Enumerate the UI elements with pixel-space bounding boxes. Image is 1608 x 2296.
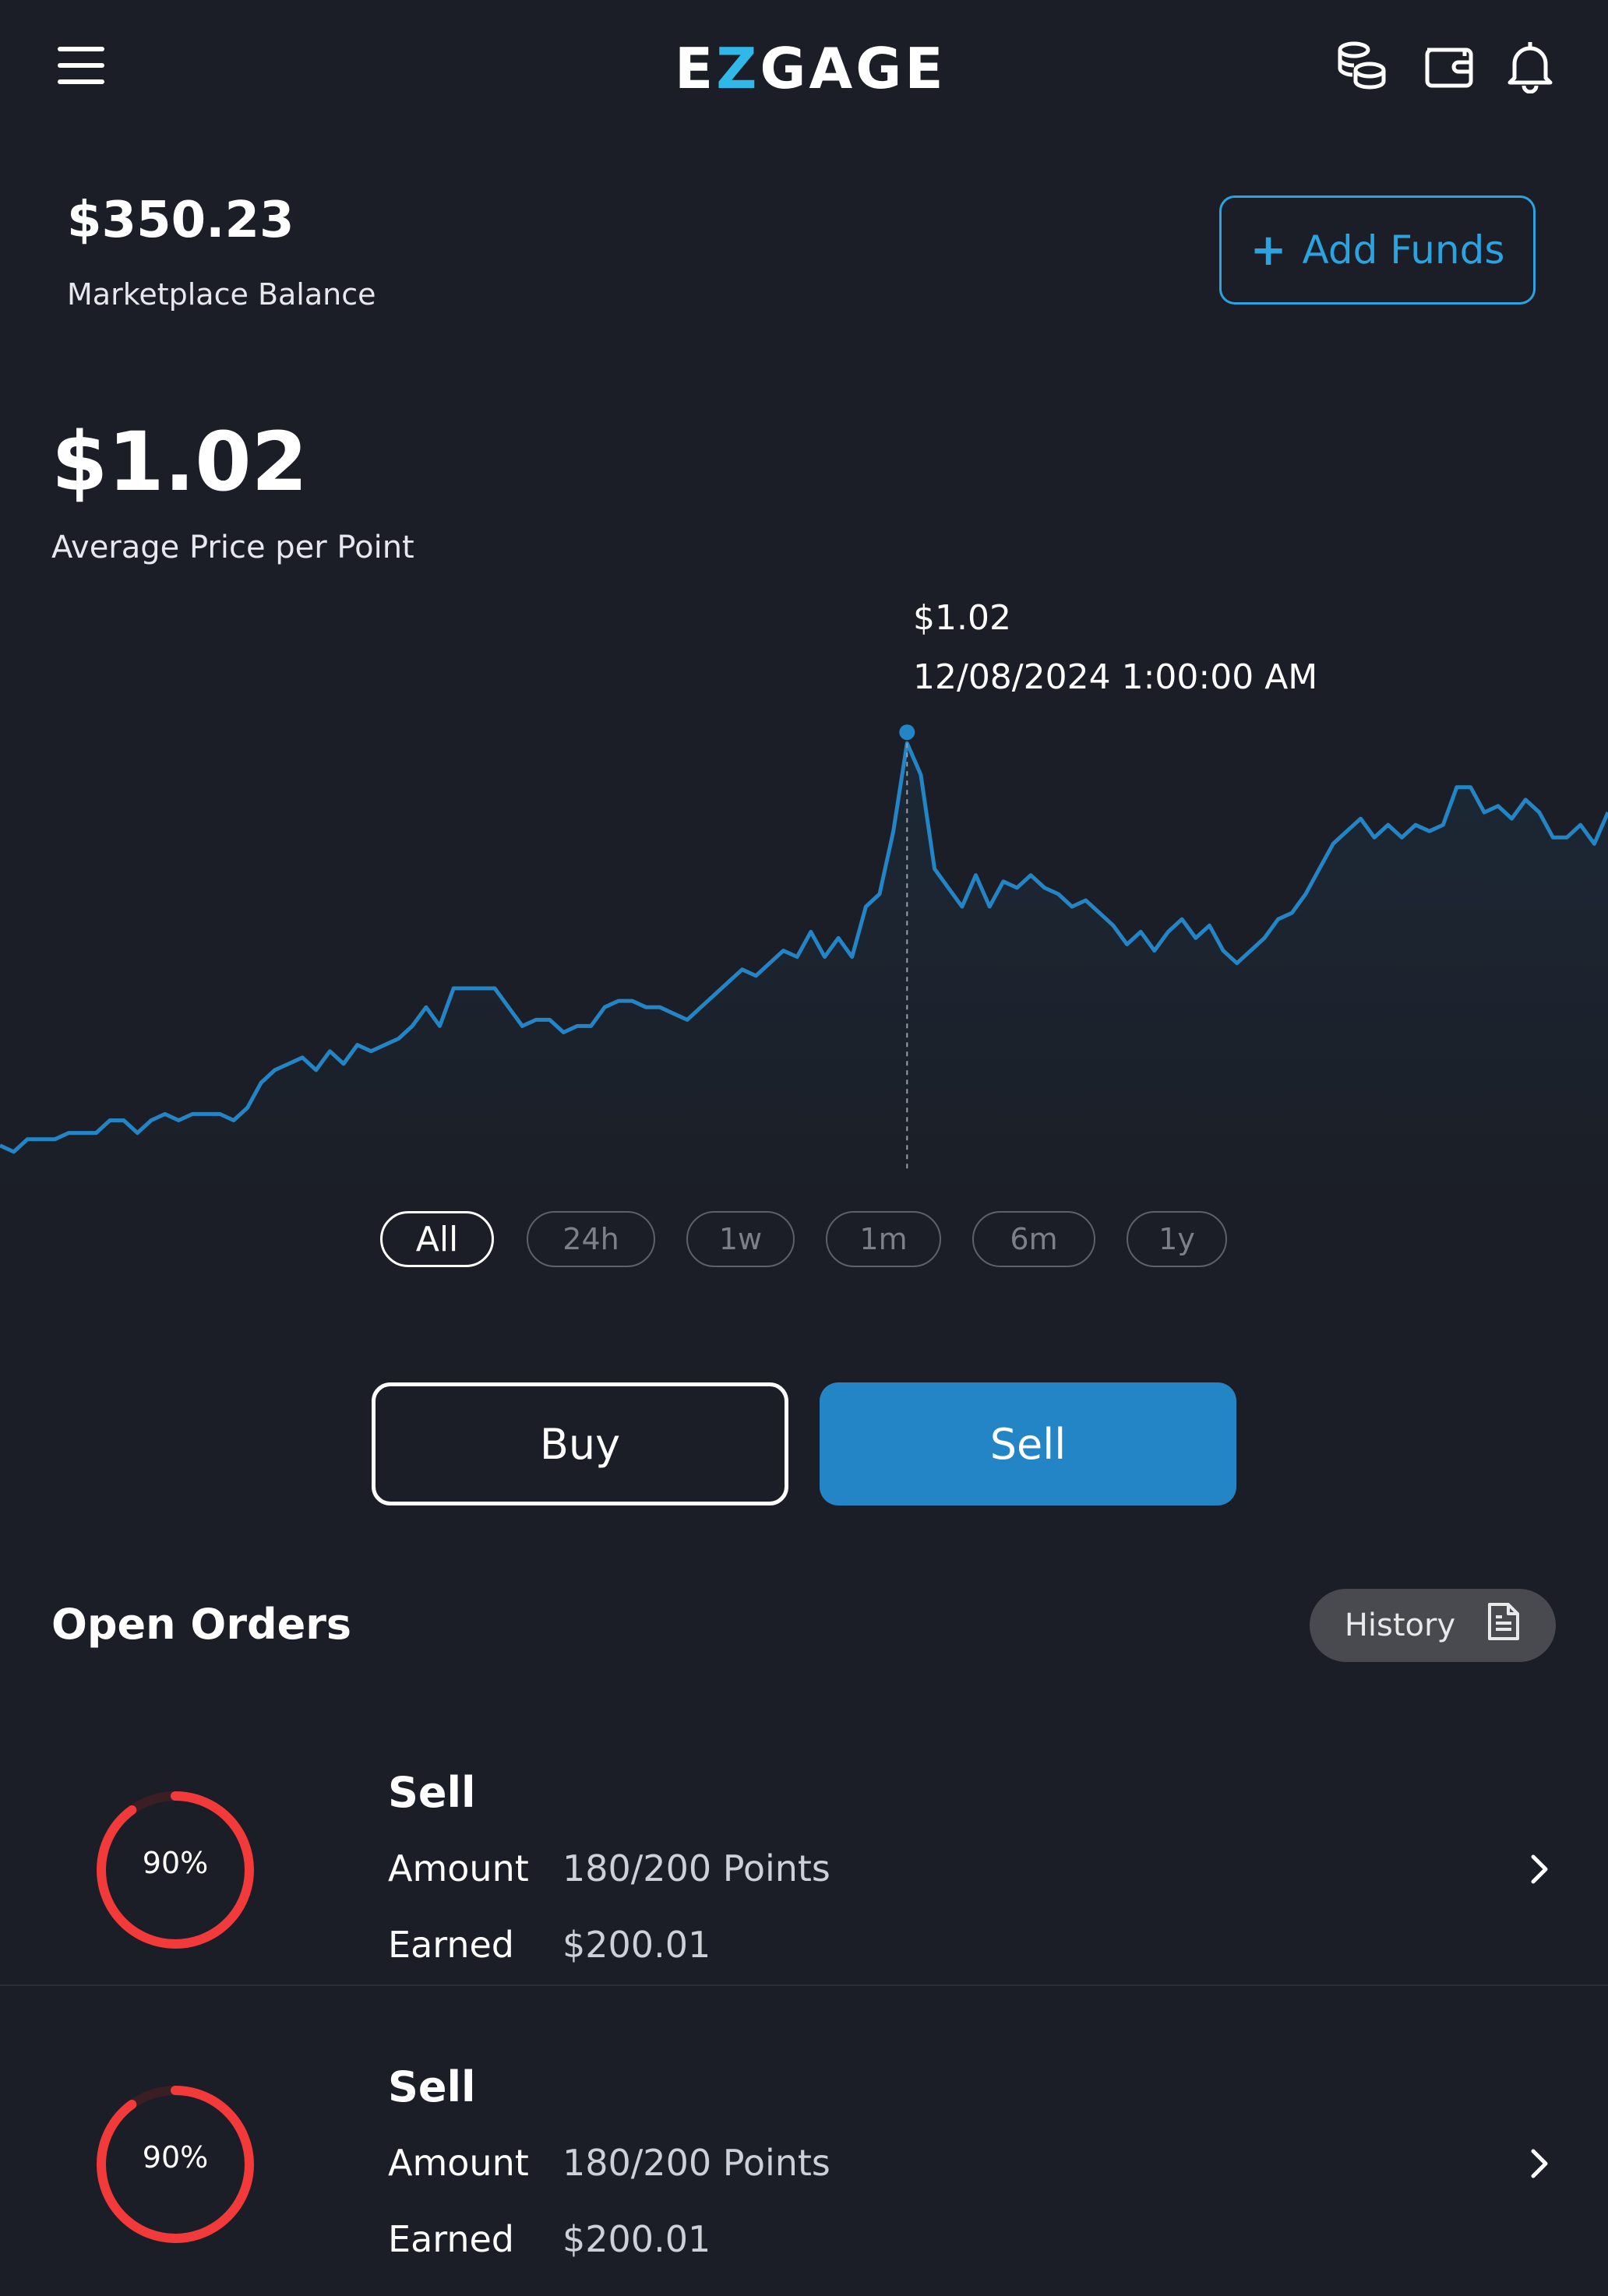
sell-button[interactable]: Sell bbox=[820, 1382, 1236, 1505]
wallet-icon[interactable] bbox=[1421, 37, 1477, 93]
amount-value: 180/200 Points bbox=[562, 1847, 830, 1889]
range-1m[interactable]: 1m bbox=[826, 1211, 941, 1267]
average-price-value: $1.02 bbox=[51, 414, 308, 509]
marketplace-balance-label: Marketplace Balance bbox=[67, 277, 376, 312]
document-icon bbox=[1486, 1601, 1521, 1650]
menu-icon[interactable] bbox=[58, 47, 104, 96]
chart-tooltip-date: 12/08/2024 1:00:00 AM bbox=[913, 657, 1318, 697]
earned-label: Earned bbox=[388, 1924, 515, 1966]
open-orders-title: Open Orders bbox=[51, 1600, 352, 1649]
divider bbox=[0, 1984, 1608, 1986]
history-button[interactable]: History bbox=[1310, 1589, 1556, 1662]
chart-tooltip-price: $1.02 bbox=[913, 598, 1011, 638]
order-row[interactable]: 90% Sell Amount 180/200 Points Earned $2… bbox=[0, 1713, 1608, 2002]
tooltip-marker-point[interactable] bbox=[899, 724, 915, 741]
coins-icon[interactable] bbox=[1334, 37, 1390, 93]
progress-label: 90% bbox=[142, 1846, 209, 1880]
add-funds-button[interactable]: + Add Funds bbox=[1219, 195, 1536, 305]
range-all[interactable]: All bbox=[380, 1211, 494, 1267]
range-6m[interactable]: 6m bbox=[972, 1211, 1095, 1267]
order-type: Sell bbox=[388, 2062, 476, 2111]
range-1y[interactable]: 1y bbox=[1127, 1211, 1227, 1267]
price-chart[interactable] bbox=[0, 701, 1608, 1184]
progress-label: 90% bbox=[142, 2140, 209, 2175]
chevron-right-icon[interactable] bbox=[1524, 2140, 1555, 2187]
amount-value: 180/200 Points bbox=[562, 2142, 830, 2184]
earned-label: Earned bbox=[388, 2218, 515, 2260]
plus-icon: + bbox=[1250, 224, 1287, 276]
chevron-right-icon[interactable] bbox=[1524, 1846, 1555, 1893]
range-1w[interactable]: 1w bbox=[686, 1211, 795, 1267]
add-funds-label: Add Funds bbox=[1302, 227, 1505, 273]
earned-value: $200.01 bbox=[562, 1924, 711, 1966]
amount-label: Amount bbox=[388, 2142, 529, 2184]
amount-label: Amount bbox=[388, 1847, 529, 1889]
history-label: History bbox=[1344, 1608, 1456, 1643]
range-24h[interactable]: 24h bbox=[527, 1211, 655, 1267]
ezgage-logo: EZGAGE bbox=[675, 36, 947, 101]
earned-value: $200.01 bbox=[562, 2218, 711, 2260]
marketplace-balance-value: $350.23 bbox=[67, 192, 294, 249]
buy-button[interactable]: Buy bbox=[372, 1382, 788, 1505]
chart-area-glow bbox=[0, 743, 1608, 1184]
bell-icon[interactable] bbox=[1502, 37, 1558, 94]
average-price-label: Average Price per Point bbox=[51, 530, 414, 565]
order-type: Sell bbox=[388, 1768, 476, 1817]
order-row[interactable]: 90% Sell Amount 180/200 Points Earned $2… bbox=[0, 2008, 1608, 2296]
